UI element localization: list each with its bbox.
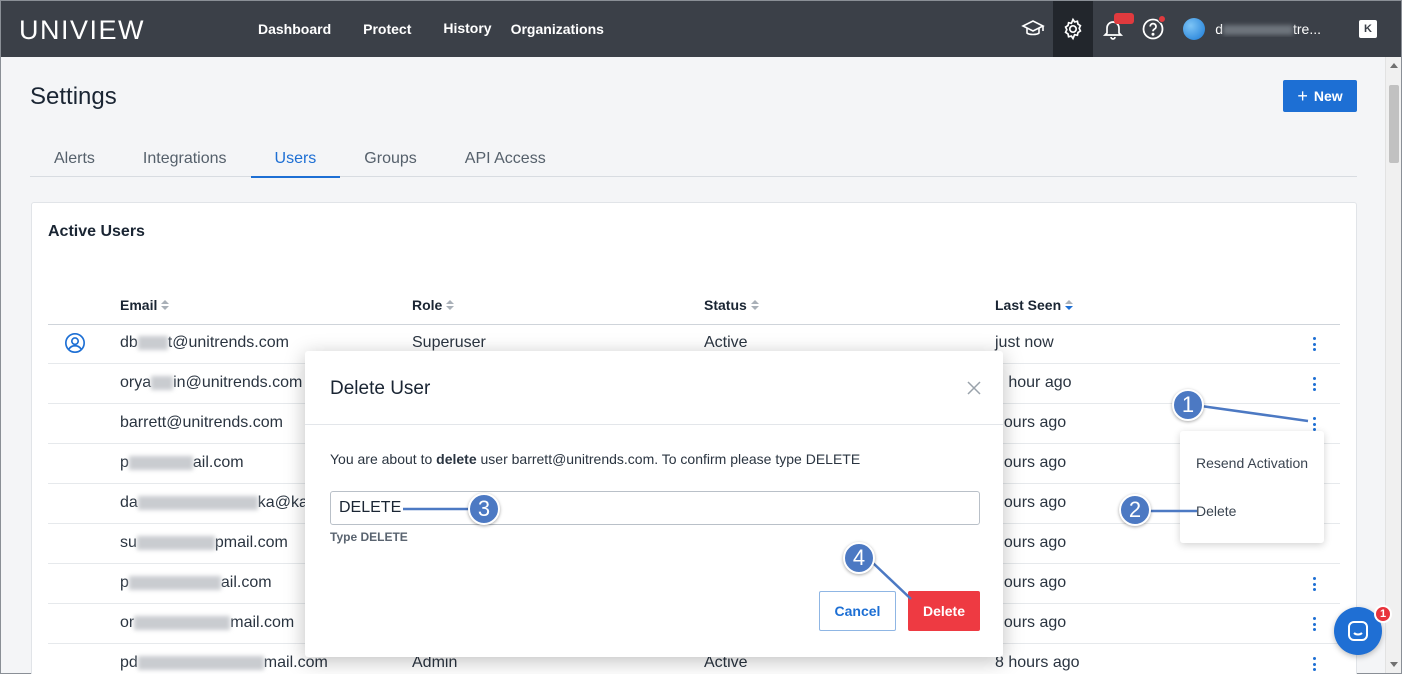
sort-icon — [161, 300, 170, 310]
user-email: db t@unitrends.com — [120, 334, 289, 351]
plus-icon: + — [1297, 86, 1308, 106]
top-bar: UNIVIEW Dashboard Protect History Organi… — [1, 1, 1401, 57]
settings-tabs: Alerts Integrations Users Groups API Acc… — [30, 139, 1357, 178]
tab-groups[interactable]: Groups — [340, 139, 440, 177]
current-user-icon — [65, 333, 85, 353]
scroll-up-arrow[interactable] — [1390, 63, 1398, 68]
user-last-seen: 8 hours ago — [995, 654, 1080, 671]
page-title: Settings — [30, 83, 117, 110]
training-button[interactable] — [1013, 1, 1053, 57]
user-menu[interactable]: d tre... — [1183, 18, 1321, 40]
page-scrollbar[interactable] — [1385, 57, 1401, 673]
row-actions-icon[interactable] — [1313, 337, 1317, 351]
uniview-logo[interactable]: UNIVIEW — [19, 15, 145, 46]
scroll-thumb[interactable] — [1389, 85, 1399, 163]
user-status: Active — [704, 334, 748, 351]
redacted-text — [151, 375, 174, 390]
user-email: or mail.com — [120, 614, 295, 631]
menu-item-resend-activation[interactable]: Resend Activation — [1196, 455, 1308, 471]
sort-icon — [446, 300, 455, 310]
scroll-down-arrow[interactable] — [1390, 662, 1398, 667]
delete-user-dialog: Delete User You are about to delete user… — [305, 351, 1003, 657]
chat-unread-badge: 1 — [1374, 605, 1392, 623]
tab-api-access[interactable]: API Access — [441, 139, 570, 177]
user-email: p ail.com — [120, 574, 272, 591]
user-last-seen: hours ago — [995, 454, 1067, 471]
new-button[interactable]: + New — [1283, 80, 1357, 112]
sort-icon — [750, 300, 759, 310]
delete-button[interactable]: Delete — [908, 591, 980, 631]
redacted-text — [128, 455, 193, 470]
dialog-message: You are about to delete user barrett@uni… — [330, 451, 861, 467]
user-last-seen: hours ago — [995, 574, 1067, 591]
row-actions-icon[interactable] — [1313, 657, 1317, 671]
notification-badge — [1114, 13, 1135, 24]
nav-dashboard[interactable]: Dashboard — [258, 21, 331, 37]
redacted-text — [137, 335, 168, 350]
user-last-seen: hours ago — [995, 614, 1067, 631]
callout-step-2: 2 — [1119, 494, 1151, 526]
graduation-cap-icon — [1021, 20, 1045, 36]
user-email: su pmail.com — [120, 534, 288, 551]
redacted-text — [134, 615, 231, 630]
user-last-seen: hours ago — [995, 494, 1067, 511]
user-name: d tre... — [1215, 21, 1321, 37]
user-email: p ail.com — [120, 454, 244, 471]
row-context-menu: Resend Activation Delete — [1180, 431, 1324, 543]
cancel-button[interactable]: Cancel — [819, 591, 896, 631]
user-last-seen: hours ago — [995, 534, 1067, 551]
user-email: da ka@kas — [120, 494, 316, 511]
row-actions-icon[interactable] — [1313, 417, 1317, 431]
callout-step-3: 3 — [468, 493, 500, 525]
redacted-text — [1222, 25, 1293, 36]
user-last-seen: just now — [995, 334, 1054, 351]
callout-step-1: 1 — [1172, 389, 1204, 421]
tab-alerts[interactable]: Alerts — [30, 139, 119, 177]
avatar — [1183, 18, 1206, 40]
tab-users[interactable]: Users — [250, 139, 341, 178]
column-email[interactable]: Email — [120, 297, 170, 313]
user-last-seen: n hour ago — [995, 374, 1072, 391]
callout-step-4: 4 — [843, 542, 875, 574]
help-button[interactable] — [1133, 1, 1173, 57]
nav-protect[interactable]: Protect — [363, 21, 411, 37]
row-actions-icon[interactable] — [1313, 617, 1317, 631]
row-actions-icon[interactable] — [1313, 377, 1317, 391]
user-email: orya in@unitrends.com — [120, 374, 303, 391]
tenant-badge[interactable]: K — [1359, 20, 1377, 38]
confirm-delete-input[interactable] — [330, 491, 980, 525]
redacted-text — [137, 655, 264, 670]
column-status[interactable]: Status — [704, 297, 759, 313]
card-title: Active Users — [48, 223, 145, 240]
tab-integrations[interactable]: Integrations — [119, 139, 251, 177]
close-icon[interactable] — [966, 380, 982, 396]
column-last-seen[interactable]: Last Seen — [995, 297, 1074, 313]
nav-organizations[interactable]: Organizations — [511, 21, 604, 37]
user-role: Superuser — [412, 334, 486, 351]
top-icons: d tre... K — [1013, 1, 1401, 57]
redacted-text — [137, 495, 258, 510]
user-email: pd mail.com — [120, 654, 328, 671]
chat-icon — [1348, 621, 1368, 641]
dialog-title: Delete User — [330, 378, 431, 399]
menu-item-delete[interactable]: Delete — [1196, 503, 1236, 519]
gear-icon — [1064, 17, 1082, 41]
settings-button[interactable] — [1053, 1, 1094, 57]
table-header: Email Role Status Last Seen — [48, 289, 1340, 325]
user-last-seen: hours ago — [995, 414, 1067, 431]
main-nav: Dashboard Protect History Organizations — [258, 1, 636, 57]
sort-desc-icon — [1065, 300, 1074, 310]
nav-history[interactable]: History — [443, 20, 491, 36]
column-role[interactable]: Role — [412, 297, 455, 313]
notifications-button[interactable] — [1093, 1, 1135, 57]
input-hint: Type DELETE — [330, 530, 408, 544]
user-email: barrett@unitrends.com — [120, 414, 283, 431]
dialog-header: Delete User — [305, 351, 1003, 425]
redacted-text — [136, 535, 215, 550]
redacted-text — [128, 575, 221, 590]
row-actions-icon[interactable] — [1313, 577, 1317, 591]
